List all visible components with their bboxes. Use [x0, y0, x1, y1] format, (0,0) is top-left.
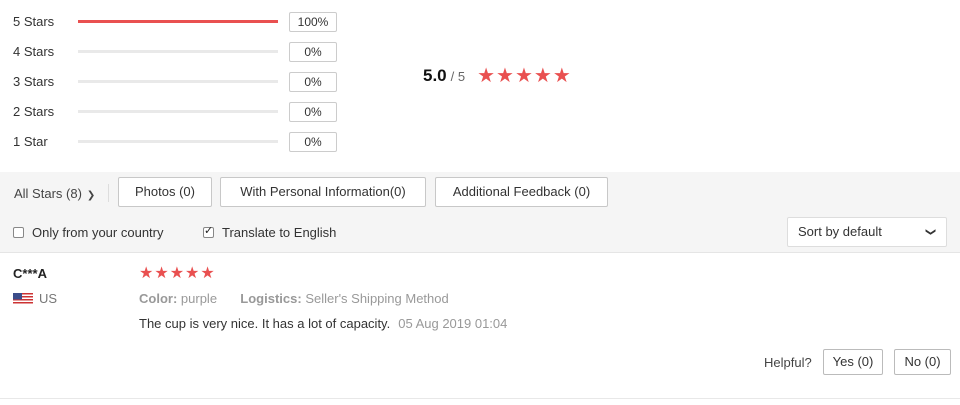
all-stars-dropdown[interactable]: All Stars (8) ❯	[14, 186, 95, 201]
us-flag-icon	[13, 292, 33, 305]
checkbox-icon[interactable]	[13, 227, 24, 238]
histogram-row-1[interactable]: 1 Star 0%	[13, 132, 343, 154]
chevron-down-icon: ❯	[924, 227, 936, 237]
histogram-label: 5 Stars	[13, 14, 55, 29]
filter-bar: All Stars (8) ❯ Photos (0) With Personal …	[0, 172, 960, 212]
histogram-bar	[78, 140, 278, 143]
sort-select-value: Sort by default	[798, 224, 882, 239]
chevron-down-icon: ❯	[86, 190, 96, 201]
logistics-label: Logistics:	[240, 291, 302, 306]
review-date: 05 Aug 2019 01:04	[398, 316, 508, 331]
translate-label: Translate to English	[222, 225, 337, 240]
color-value: purple	[180, 291, 218, 306]
review-body: The cup is very nice. It has a lot of ca…	[139, 316, 391, 331]
review-stars: ★ ★ ★ ★ ★	[139, 265, 216, 283]
average-score: 5.0	[423, 66, 447, 85]
checkbox-icon[interactable]	[203, 224, 214, 238]
histogram-bar	[78, 110, 278, 113]
histogram-percent: 0%	[289, 72, 337, 92]
review-text: The cup is very nice. It has a lot of ca…	[139, 316, 507, 331]
additional-feedback-filter-button[interactable]: Additional Feedback (0)	[435, 177, 608, 207]
helpful-label: Helpful?	[764, 355, 812, 370]
histogram-bar	[78, 80, 278, 83]
histogram-label: 1 Star	[13, 134, 48, 149]
options-row: Only from your country Translate to Engl…	[0, 212, 960, 253]
color-label: Color:	[139, 291, 178, 306]
summary-stars: ★ ★ ★ ★ ★	[477, 66, 572, 86]
histogram-row-4[interactable]: 4 Stars 0%	[13, 42, 343, 64]
histogram-bar	[78, 50, 278, 53]
star-icon: ★	[185, 265, 200, 282]
histogram-label: 3 Stars	[13, 74, 55, 89]
divider	[108, 184, 109, 202]
score-max: / 5	[450, 68, 466, 84]
review-meta: Color: purple Logistics: Seller's Shippi…	[139, 291, 449, 306]
country-code: US	[39, 291, 58, 306]
star-icon: ★	[496, 65, 514, 87]
sort-select[interactable]: Sort by default ❯	[787, 217, 947, 247]
star-icon: ★	[200, 265, 215, 282]
histogram-bar-fill	[78, 20, 278, 23]
star-icon: ★	[552, 65, 571, 87]
histogram-percent: 100%	[289, 12, 337, 32]
divider	[0, 398, 960, 399]
star-icon: ★	[154, 265, 169, 282]
histogram-percent: 0%	[289, 42, 337, 62]
histogram-row-3[interactable]: 3 Stars 0%	[13, 72, 343, 94]
star-icon: ★	[169, 265, 185, 282]
only-country-checkbox[interactable]: Only from your country	[13, 225, 164, 240]
personal-info-filter-button[interactable]: With Personal Information(0)	[220, 177, 426, 207]
star-icon: ★	[514, 65, 533, 87]
helpful-no-button[interactable]: No (0)	[894, 349, 951, 375]
histogram-label: 2 Stars	[13, 104, 55, 119]
star-icon: ★	[139, 265, 154, 282]
helpful-yes-button[interactable]: Yes (0)	[823, 349, 883, 375]
logistics-value: Seller's Shipping Method	[305, 291, 449, 306]
histogram-bar	[78, 20, 278, 23]
histogram-percent: 0%	[289, 102, 337, 122]
review-item: C***A US ★ ★ ★ ★ ★ Color: purple Logistics: …	[0, 252, 960, 399]
only-country-label: Only from your country	[32, 225, 164, 240]
histogram-percent: 0%	[289, 132, 337, 152]
rating-summary: 5.0 / 5 ★ ★ ★ ★ ★	[423, 64, 572, 88]
reviewer-name: C***A	[13, 266, 47, 281]
histogram-label: 4 Stars	[13, 44, 55, 59]
photos-filter-button[interactable]: Photos (0)	[118, 177, 212, 207]
star-icon: ★	[533, 65, 552, 87]
histogram-row-5[interactable]: 5 Stars 100%	[13, 12, 343, 34]
all-stars-label: All Stars (8)	[14, 186, 82, 201]
reviewer-country: US	[13, 291, 57, 306]
translate-checkbox[interactable]: Translate to English	[203, 224, 337, 240]
histogram-row-2[interactable]: 2 Stars 0%	[13, 102, 343, 124]
star-icon: ★	[477, 65, 496, 87]
